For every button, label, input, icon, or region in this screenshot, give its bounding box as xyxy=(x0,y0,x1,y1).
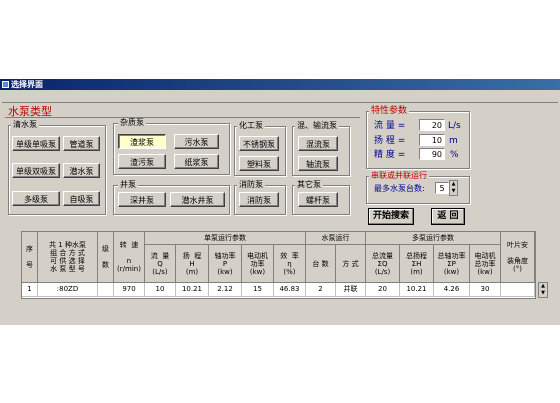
header-shaft-power: 轴功率 P (kw) xyxy=(209,245,242,283)
head-label: 扬 程 = xyxy=(374,136,406,146)
plastic-pump-button[interactable]: 塑料泵 xyxy=(239,156,279,171)
cell-head[interactable]: 10.21 xyxy=(176,283,209,297)
flow-input[interactable]: 20 xyxy=(419,119,445,131)
header-flow: 流 量 Q (L/s) xyxy=(145,245,176,283)
header-total-flow: 总流量 ΣQ (L/s) xyxy=(366,245,400,283)
pipeline-pump-button[interactable]: 管道泵 xyxy=(63,136,100,151)
header-multi-pump: 多泵运行参数 xyxy=(366,232,501,245)
cell-speed[interactable]: 970 xyxy=(114,283,145,297)
header-total-shaft-power: 总轴功率 ΣP (kw) xyxy=(434,245,470,283)
divider xyxy=(5,117,360,118)
title-bar: 选择界面 xyxy=(0,79,560,90)
screw-pump-button[interactable]: 螺杆泵 xyxy=(298,192,338,207)
back-button[interactable]: 返 回 xyxy=(431,208,465,225)
max-pumps-input[interactable]: 5 xyxy=(435,182,449,194)
other-pump-legend: 其它泵 xyxy=(295,180,323,190)
mixed-flow-pump-button[interactable]: 混流泵 xyxy=(298,136,338,151)
fire-pump-button[interactable]: 消防泵 xyxy=(239,192,279,207)
head-input[interactable]: 10 xyxy=(419,134,445,146)
characteristic-params-title: 特性参数 xyxy=(369,106,410,116)
cell-total-motor-power[interactable]: 30 xyxy=(470,283,501,297)
slurry-pump-button[interactable]: 渣浆泵 xyxy=(118,134,166,149)
header-mode: 方 式 xyxy=(336,245,366,283)
well-pump-legend: 井泵 xyxy=(118,180,138,190)
max-pumps-label: 最多水泵台数: xyxy=(374,184,425,193)
submersible-pump-button[interactable]: 潜水泵 xyxy=(63,163,100,178)
header-total-head: 总扬程 ΣH (m) xyxy=(400,245,434,283)
cell-flow[interactable]: 10 xyxy=(145,283,176,297)
header-head: 扬 程 H (m) xyxy=(176,245,209,283)
sewage-pump-button[interactable]: 污水泵 xyxy=(174,134,219,149)
accuracy-label: 精 度 = xyxy=(374,150,406,160)
header-efficiency: 效 率 η (%) xyxy=(274,245,306,283)
head-unit: m xyxy=(449,136,458,146)
series-parallel-title: 串联或并联运行 xyxy=(369,171,429,181)
cell-total-flow[interactable]: 20 xyxy=(366,283,400,297)
scroll-down-icon[interactable]: ▼ xyxy=(539,290,547,297)
chemical-pump-legend: 化工泵 xyxy=(237,121,265,131)
cell-shaft-power[interactable]: 2.12 xyxy=(209,283,242,297)
flow-unit: L/s xyxy=(448,121,461,131)
cell-seq[interactable]: 1 xyxy=(22,283,38,297)
app-icon xyxy=(2,81,9,88)
cell-count[interactable]: 2 xyxy=(306,283,336,297)
spin-up-icon[interactable]: ▲ xyxy=(450,181,457,188)
cell-blade-angle[interactable] xyxy=(501,283,535,297)
accuracy-input[interactable]: 90 xyxy=(419,148,445,160)
deep-well-pump-button[interactable]: 深井泵 xyxy=(118,192,166,207)
scroll-up-icon[interactable]: ▲ xyxy=(539,283,547,290)
header-blade-angle: 叶片安 装角度 (°) xyxy=(501,232,535,283)
header-speed: 转 速 n (r/min) xyxy=(114,232,145,283)
table-scrollbar[interactable]: ▲ ▼ xyxy=(538,282,548,298)
start-search-button[interactable]: 开始搜索 xyxy=(368,208,414,225)
mixed-flow-pump-legend: 混、输流泵 xyxy=(295,121,339,131)
results-table: 序 号 共 1 种水泵 组 合 方 式 可 供 选 择 水 泵 型 号 级 数 … xyxy=(21,231,536,299)
cell-model[interactable]: :80ZD xyxy=(38,283,98,297)
header-single-pump: 单泵运行参数 xyxy=(145,232,306,245)
cell-mode[interactable]: 并联 xyxy=(336,283,366,297)
stainless-steel-pump-button[interactable]: 不锈钢泵 xyxy=(239,136,279,151)
cell-total-head[interactable]: 10.21 xyxy=(400,283,434,297)
axial-flow-pump-button[interactable]: 轴流泵 xyxy=(298,156,338,171)
header-motor-power: 电动机 功率 (kw) xyxy=(242,245,274,283)
self-priming-pump-button[interactable]: 自吸泵 xyxy=(63,191,100,206)
window-title: 选择界面 xyxy=(11,80,43,89)
header-stage: 级 数 xyxy=(98,232,114,283)
accuracy-unit: % xyxy=(450,150,459,160)
impurity-pump-legend: 杂质泵 xyxy=(118,118,146,128)
cell-total-shaft-power[interactable]: 4.26 xyxy=(434,283,470,297)
flow-label: 流 量 = xyxy=(374,121,406,131)
header-pump-run: 水泵运行 xyxy=(306,232,366,245)
submersible-well-pump-button[interactable]: 潜水井泵 xyxy=(170,192,225,207)
spin-down-icon[interactable]: ▼ xyxy=(450,188,457,195)
clean-pump-legend: 清水泵 xyxy=(11,120,39,130)
multistage-pump-button[interactable]: 多级泵 xyxy=(12,191,60,206)
cell-stage[interactable] xyxy=(98,283,114,297)
header-model: 共 1 种水泵 组 合 方 式 可 供 选 择 水 泵 型 号 xyxy=(38,232,98,283)
single-stage-single-suction-button[interactable]: 单级单吸泵 xyxy=(12,136,60,151)
header-count: 台 数 xyxy=(306,245,336,283)
fire-pump-legend: 消防泵 xyxy=(237,180,265,190)
slurry-sewage-pump-button[interactable]: 渣污泵 xyxy=(118,154,166,169)
max-pumps-spinner[interactable]: ▲ ▼ xyxy=(449,180,458,196)
header-total-motor-power: 电动机 总功率 (kw) xyxy=(470,245,501,283)
header-seq: 序 号 xyxy=(22,232,38,283)
cell-motor-power[interactable]: 15 xyxy=(242,283,274,297)
single-stage-double-suction-button[interactable]: 单级双吸泵 xyxy=(12,163,60,178)
cell-efficiency[interactable]: 46.83 xyxy=(274,283,306,297)
paper-pulp-pump-button[interactable]: 纸浆泵 xyxy=(174,154,219,169)
